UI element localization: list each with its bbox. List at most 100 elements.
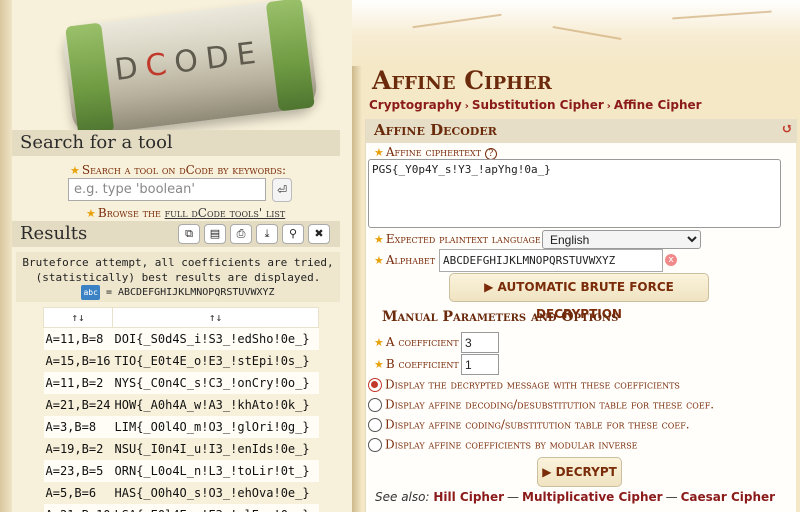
copy-alt-icon[interactable]: ▤ <box>204 224 226 244</box>
results-body: A=11,B=8 DOI{_S0d4S_i!S3_!edSho!0e_} A=15,… <box>43 327 319 512</box>
decoder-title: Affine Decoder ↺ <box>366 119 797 143</box>
page-title: Affine Cipher <box>372 66 552 95</box>
table-row: A=11,B=2 NYS{_C0n4C_s!C3_!onCry!0o_} <box>43 371 319 394</box>
result-text: HAS{_O0h4O_s!O3_!ehOva!0e_} <box>112 481 319 504</box>
see-also-multiplicative-cipher[interactable]: Multiplicative Cipher <box>522 490 663 504</box>
result-text: DOI{_S0d4S_i!S3_!edSho!0e_} <box>112 327 319 350</box>
result-text: LIM{_O0l4O_m!O3_!glOri!0g_} <box>112 415 319 438</box>
brute-force-button[interactable]: ▶ AUTOMATIC BRUTE FORCE DECRYPTION <box>449 273 709 321</box>
search-label: ★ Search a tool on dCode by keywords: <box>70 163 287 177</box>
option-coding-table[interactable]: Display affine coding/substitution table… <box>368 417 690 435</box>
ciphertext-input[interactable]: PGS{_Y0p4Y_s!Y3_!apYhg!0a_} <box>368 159 781 228</box>
result-text: LSA{_E0l4E_a!E3_!elEwo!0e_} <box>112 503 319 512</box>
result-coefficients: A=19,B=2 <box>43 437 113 460</box>
results-desc-line2: (statistically) best results are display… <box>35 271 321 284</box>
result-coefficients: A=11,B=2 <box>43 371 113 394</box>
breadcrumb-substitution-cipher[interactable]: Substitution Cipher <box>472 98 604 112</box>
result-text: TIO{_E0t4E_o!E3_!stEpi!0s_} <box>112 349 319 372</box>
see-also-caesar-cipher[interactable]: Caesar Cipher <box>681 490 776 504</box>
left-border <box>0 0 12 512</box>
logo-letters: DCODE <box>112 35 266 89</box>
dcode-logo[interactable]: DCODE <box>61 0 319 137</box>
star-icon: ★ <box>374 146 384 159</box>
table-row: A=21,B=10LSA{_E0l4E_a!E3_!elEwo!0e_} <box>43 503 319 512</box>
result-text: ORN{_L0o4L_n!L3_!toLir!0t_} <box>112 459 319 482</box>
logo-area[interactable]: DCODE <box>12 0 352 137</box>
close-icon[interactable]: ✖ <box>308 224 330 244</box>
enter-icon[interactable]: ⏎ <box>272 178 292 202</box>
result-coefficients: A=11,B=8 <box>43 327 113 350</box>
parchment-crack <box>552 25 622 41</box>
result-coefficients: A=3,B=8 <box>43 415 113 438</box>
radio-button[interactable] <box>368 417 382 432</box>
logo-band-left <box>65 22 115 137</box>
table-row: A=23,B=5 ORN{_L0o4L_n!L3_!toLir!0t_} <box>43 459 319 482</box>
alphabet-icon: abc <box>81 285 100 300</box>
copy-icon[interactable]: ⧉ <box>178 224 200 244</box>
option-modular-inverse[interactable]: Display affine coefficients by modular i… <box>368 437 638 455</box>
left-panel: DCODE Search for a tool ★ Search a tool o… <box>0 0 352 512</box>
result-text: NYS{_C0n4C_s!C3_!onCry!0o_} <box>112 371 319 394</box>
b-coefficient-input[interactable] <box>461 354 499 375</box>
table-row: A=15,B=16 TIO{_E0t4E_o!E3_!stEpi!0s_} <box>43 349 319 372</box>
star-icon: ★ <box>374 254 384 267</box>
result-coefficients: A=23,B=5 <box>43 459 113 482</box>
star-icon: ★ <box>70 164 80 177</box>
parchment-header <box>352 0 800 66</box>
radio-button[interactable] <box>368 377 382 392</box>
star-icon: ★ <box>374 336 384 349</box>
decoder-panel: Affine Decoder ↺ ★ Affine ciphertext ? PG… <box>365 119 797 512</box>
logo-band-right <box>265 0 315 112</box>
right-border <box>352 0 362 512</box>
table-row: A=5,B=6 HAS{_O0h4O_s!O3_!ehOva!0e_} <box>43 481 319 504</box>
search-input[interactable] <box>68 178 266 201</box>
see-also-hill-cipher[interactable]: Hill Cipher <box>433 490 504 504</box>
breadcrumb-affine-cipher[interactable]: Affine Cipher <box>614 98 702 112</box>
breadcrumb: Cryptography › Substitution Cipher › Affine … <box>369 98 702 112</box>
table-row: A=21,B=24 HOW{_A0h4A_w!A3_!khAto!0k_} <box>43 393 319 416</box>
manual-parameters-title: Manual Parameters and Options <box>382 309 619 325</box>
results-toolbar: ⧉ ▤ ⎙ ⤓ ⚲ ✖ <box>178 224 330 244</box>
radio-button[interactable] <box>368 437 382 452</box>
option-decrypt-message[interactable]: Display the decrypted message with these… <box>368 377 680 395</box>
result-coefficients: A=21,B=10 <box>43 503 113 512</box>
option-decoding-table[interactable]: Display affine decoding/desubstitution t… <box>368 397 714 415</box>
parchment-crack <box>412 13 502 29</box>
language-select[interactable]: English <box>542 230 701 249</box>
result-text: NSU{_I0n4I_u!I3_!enIds!0e_} <box>112 437 319 460</box>
star-icon: ★ <box>86 207 96 220</box>
clear-icon[interactable]: x <box>665 254 677 266</box>
result-text: HOW{_A0h4A_w!A3_!khAto!0k_} <box>112 393 319 416</box>
table-row: A=11,B=8 DOI{_S0d4S_i!S3_!edSho!0e_} <box>43 327 319 350</box>
result-coefficients: A=21,B=24 <box>43 393 113 416</box>
decrypt-button[interactable]: ▶ DECRYPT <box>537 457 622 487</box>
a-coefficient-label: ★ A coefficient <box>374 335 459 349</box>
sort-text-header[interactable]: ↑↓ <box>112 307 320 328</box>
results-alphabet-row: abc = ABCDEFGHIJKLMNOPQRSTUVWXYZ <box>81 285 275 300</box>
alphabet-input[interactable] <box>439 249 663 272</box>
star-icon: ★ <box>374 233 384 246</box>
results-table: ↑↓ ↑↓ A=11,B=8 DOI{_S0d4S_i!S3_!edSho!0e_… <box>42 307 320 512</box>
parchment-crack <box>672 10 772 20</box>
a-coefficient-input[interactable] <box>461 332 499 353</box>
breadcrumb-cryptography[interactable]: Cryptography <box>369 98 462 112</box>
download-icon[interactable]: ⤓ <box>256 224 278 244</box>
alphabet-label: ★ Alphabet <box>374 253 436 267</box>
results-description: Bruteforce attempt, all coefficients are… <box>16 252 340 302</box>
ciphertext-label: ★ Affine ciphertext ? <box>374 145 497 160</box>
result-coefficients: A=15,B=16 <box>43 349 113 372</box>
results-desc-line1: Bruteforce attempt, all coefficients are… <box>22 256 334 269</box>
result-coefficients: A=5,B=6 <box>43 481 113 504</box>
radio-button[interactable] <box>368 397 382 412</box>
browse-tools-link[interactable]: ★ Browse the full dCode tools' list <box>86 206 285 220</box>
table-row: A=19,B=2 NSU{_I0n4I_u!I3_!enIds!0e_} <box>43 437 319 460</box>
reset-icon[interactable]: ↺ <box>781 121 793 137</box>
star-icon: ★ <box>374 358 384 371</box>
sort-coefficients-header[interactable]: ↑↓ <box>42 307 114 328</box>
pin-icon[interactable]: ⚲ <box>282 224 304 244</box>
b-coefficient-label: ★ B coefficient <box>374 357 459 371</box>
plaintext-language-label: ★ Expected plaintext language <box>374 232 541 246</box>
see-also: See also: Hill Cipher — Multiplicative Cip… <box>375 490 776 504</box>
search-section-title: Search for a tool <box>12 130 340 156</box>
print-icon[interactable]: ⎙ <box>230 224 252 244</box>
